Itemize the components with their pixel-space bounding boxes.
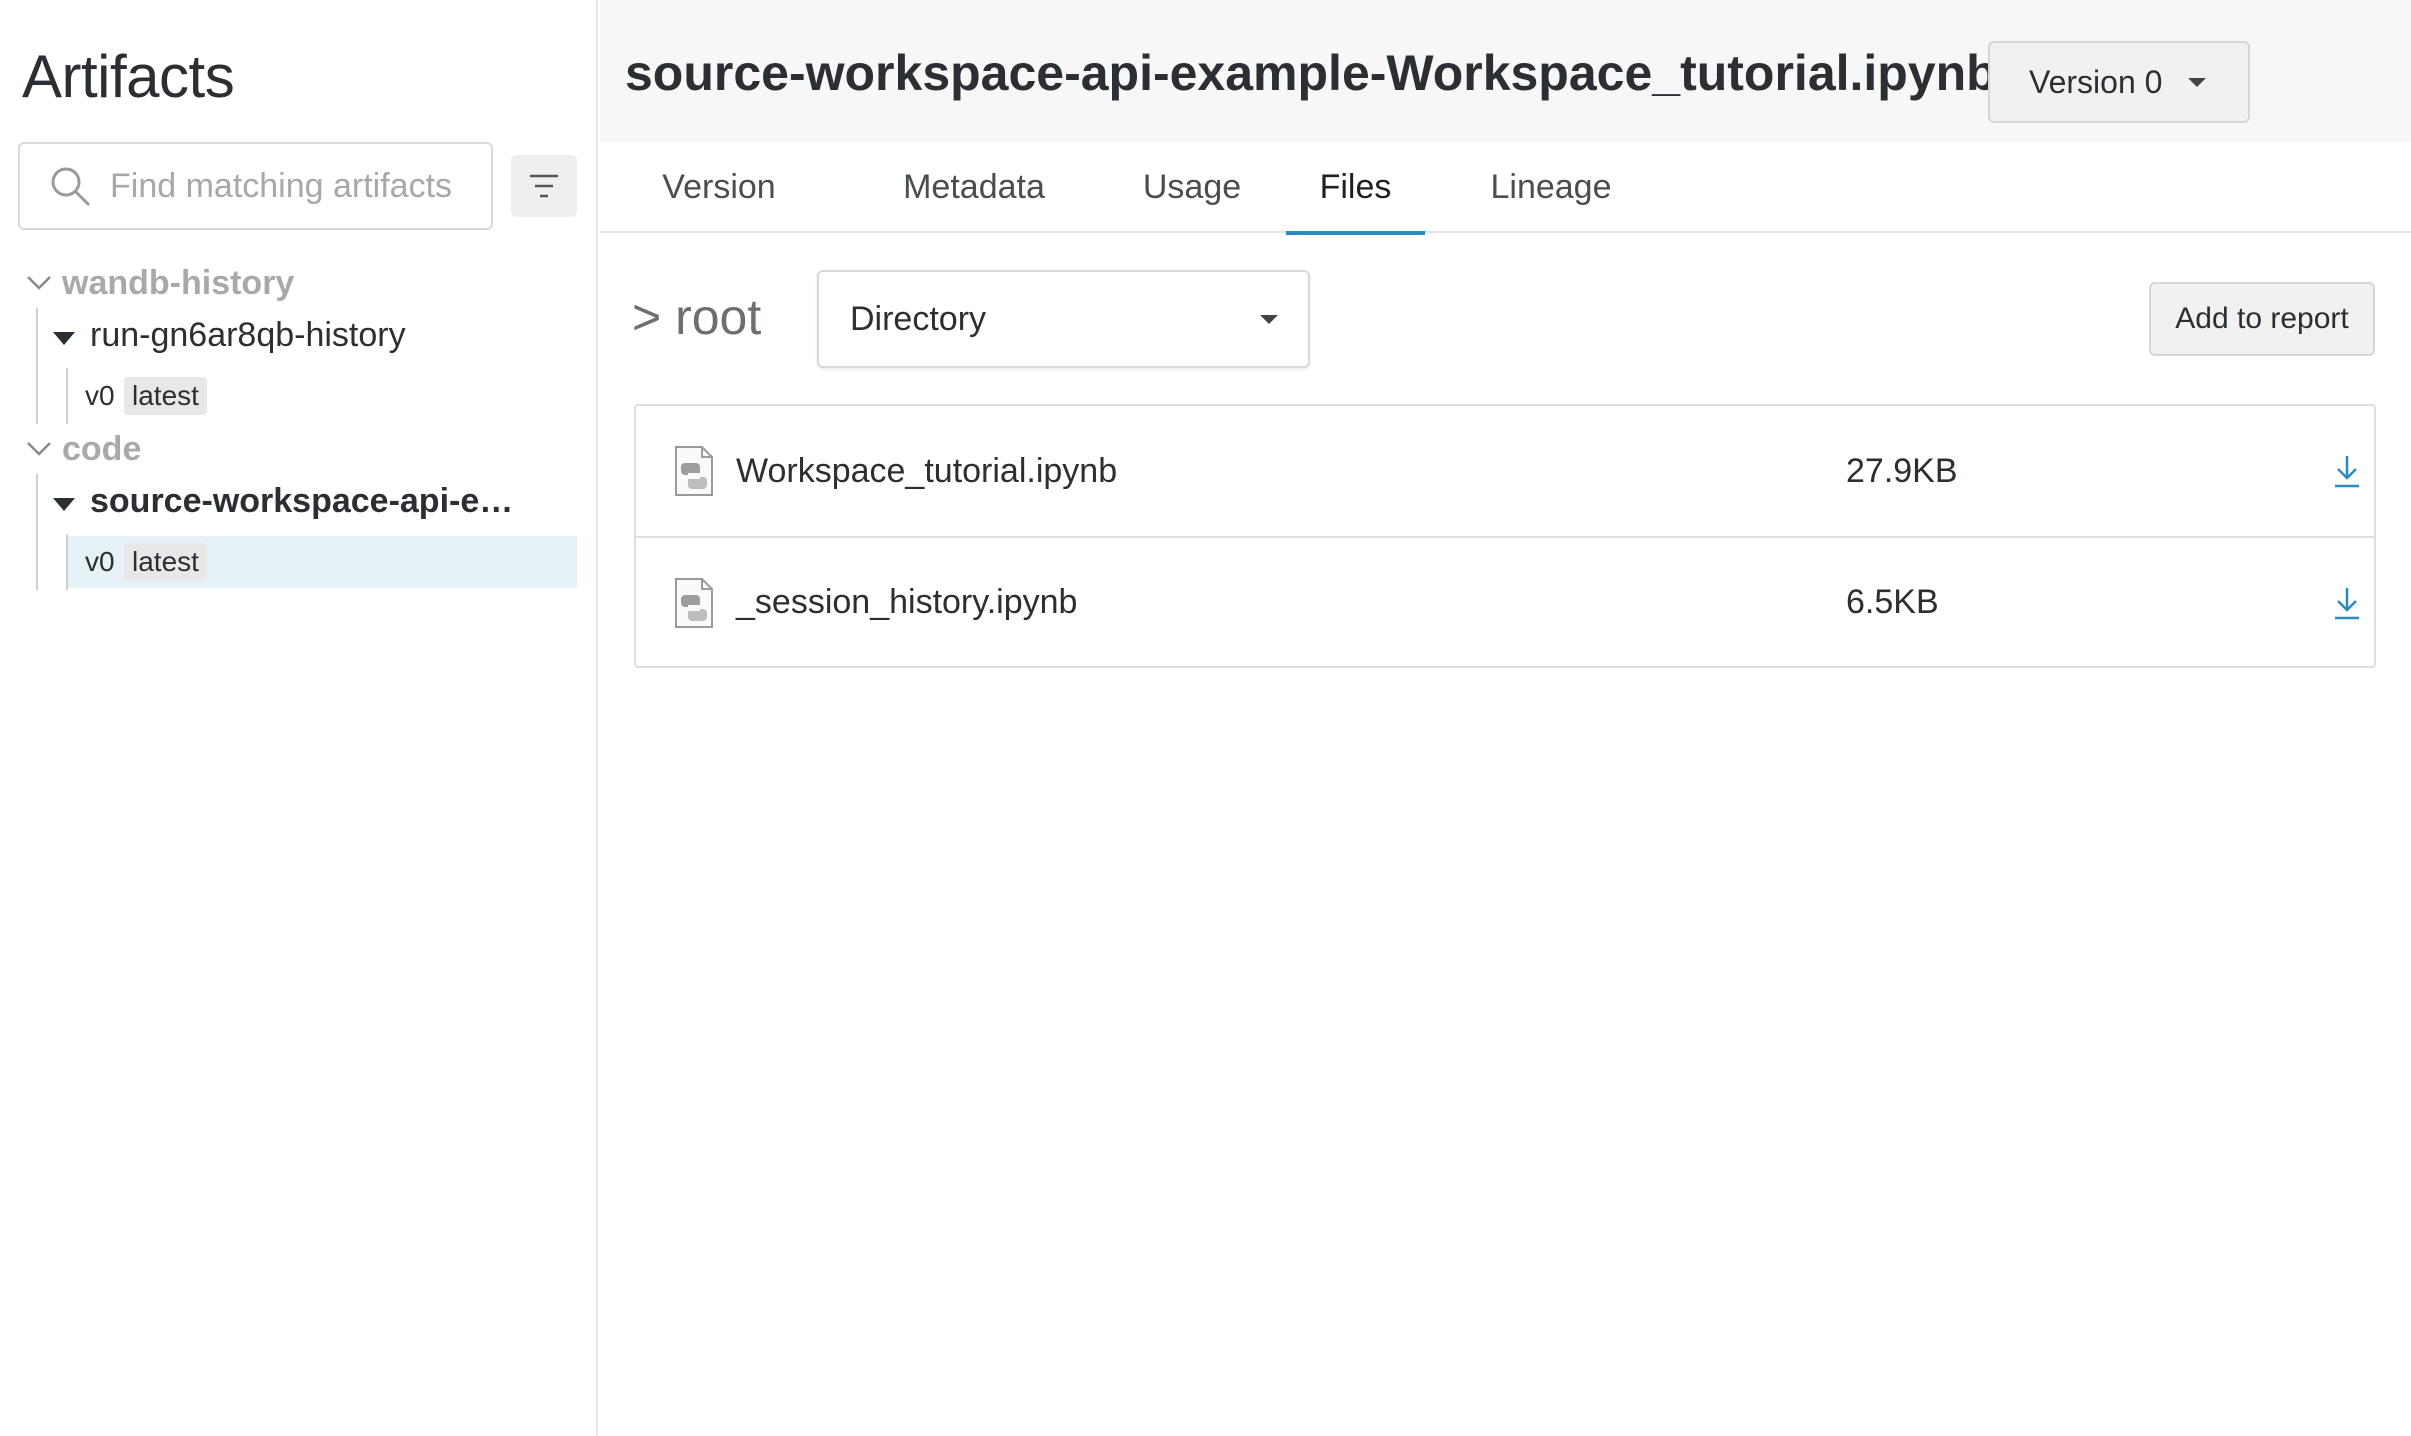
file-size: 6.5KB — [1846, 582, 1939, 621]
file-name[interactable]: _session_history.ipynb — [736, 583, 1077, 622]
view-mode-dropdown[interactable]: Directory — [817, 270, 1310, 368]
file-name[interactable]: Workspace_tutorial.ipynb — [736, 452, 1117, 491]
group-label: wandb-history — [62, 263, 295, 302]
version-name: v0 — [85, 546, 115, 577]
add-to-report-button[interactable]: Add to report — [2149, 282, 2375, 356]
group-label: code — [62, 429, 142, 468]
tab-usage[interactable]: Usage — [1117, 142, 1267, 233]
caret-down-icon — [1260, 315, 1278, 324]
tab-files[interactable]: Files — [1286, 142, 1425, 235]
artifact-group[interactable]: code — [0, 424, 598, 474]
version-name: v0 — [85, 380, 115, 411]
file-row[interactable]: _session_history.ipynb 6.5KB — [636, 536, 2374, 666]
caret-down-icon — [53, 498, 75, 511]
tab-version[interactable]: Version — [644, 142, 794, 233]
artifact-version[interactable]: v0 latest — [0, 534, 598, 590]
artifact-tree: wandb-history run-gn6ar8qb-history v0 la… — [0, 258, 598, 590]
view-mode-label: Directory — [850, 299, 987, 338]
artifact-item[interactable]: run-gn6ar8qb-history — [0, 308, 598, 368]
python-file-icon — [675, 578, 713, 628]
file-row[interactable]: Workspace_tutorial.ipynb 27.9KB — [636, 406, 2374, 536]
filter-icon — [530, 174, 558, 198]
search-input[interactable] — [110, 166, 480, 206]
tree-guide — [36, 474, 38, 534]
download-icon[interactable] — [2331, 585, 2363, 621]
caret-down-icon — [53, 332, 75, 345]
file-list: Workspace_tutorial.ipynb 27.9KB _session… — [634, 404, 2376, 668]
artifact-header: source-workspace-api-example-Workspace_t… — [600, 0, 2411, 142]
version-dropdown[interactable]: Version 0 — [1988, 41, 2250, 123]
artifact-search[interactable] — [18, 142, 493, 230]
artifacts-sidebar: Artifacts wandb-history — [0, 0, 598, 1436]
version-tag: latest — [124, 543, 207, 581]
search-icon — [51, 167, 90, 206]
tab-lineage[interactable]: Lineage — [1471, 142, 1631, 233]
artifact-tabs: Version Metadata Usage Files Lineage — [600, 142, 2411, 235]
artifact-version[interactable]: v0 latest — [0, 368, 598, 424]
page-title: source-workspace-api-example-Workspace_t… — [625, 45, 1997, 101]
version-dropdown-label: Version 0 — [2029, 63, 2163, 100]
chevron-down-icon — [27, 276, 51, 290]
filter-button[interactable] — [511, 155, 577, 217]
artifact-label: source-workspace-api-example-Workspace_t… — [90, 482, 522, 520]
path-breadcrumb[interactable]: > root — [632, 288, 761, 346]
python-file-icon — [675, 446, 713, 496]
sidebar-title: Artifacts — [22, 43, 235, 110]
tree-guide — [66, 368, 68, 424]
artifact-group[interactable]: wandb-history — [0, 258, 598, 308]
caret-down-icon — [2188, 77, 2207, 87]
tree-guide — [66, 534, 68, 590]
tab-metadata[interactable]: Metadata — [886, 142, 1062, 233]
tree-guide — [36, 534, 38, 590]
artifact-item[interactable]: source-workspace-api-example-Workspace_t… — [0, 474, 598, 534]
artifact-label: run-gn6ar8qb-history — [90, 316, 406, 354]
download-icon[interactable] — [2331, 453, 2363, 489]
version-tag: latest — [124, 377, 207, 415]
file-size: 27.9KB — [1846, 451, 1958, 490]
tree-guide — [36, 368, 38, 424]
tree-guide — [36, 308, 38, 368]
chevron-down-icon — [27, 442, 51, 456]
artifact-main: source-workspace-api-example-Workspace_t… — [600, 0, 2411, 1436]
